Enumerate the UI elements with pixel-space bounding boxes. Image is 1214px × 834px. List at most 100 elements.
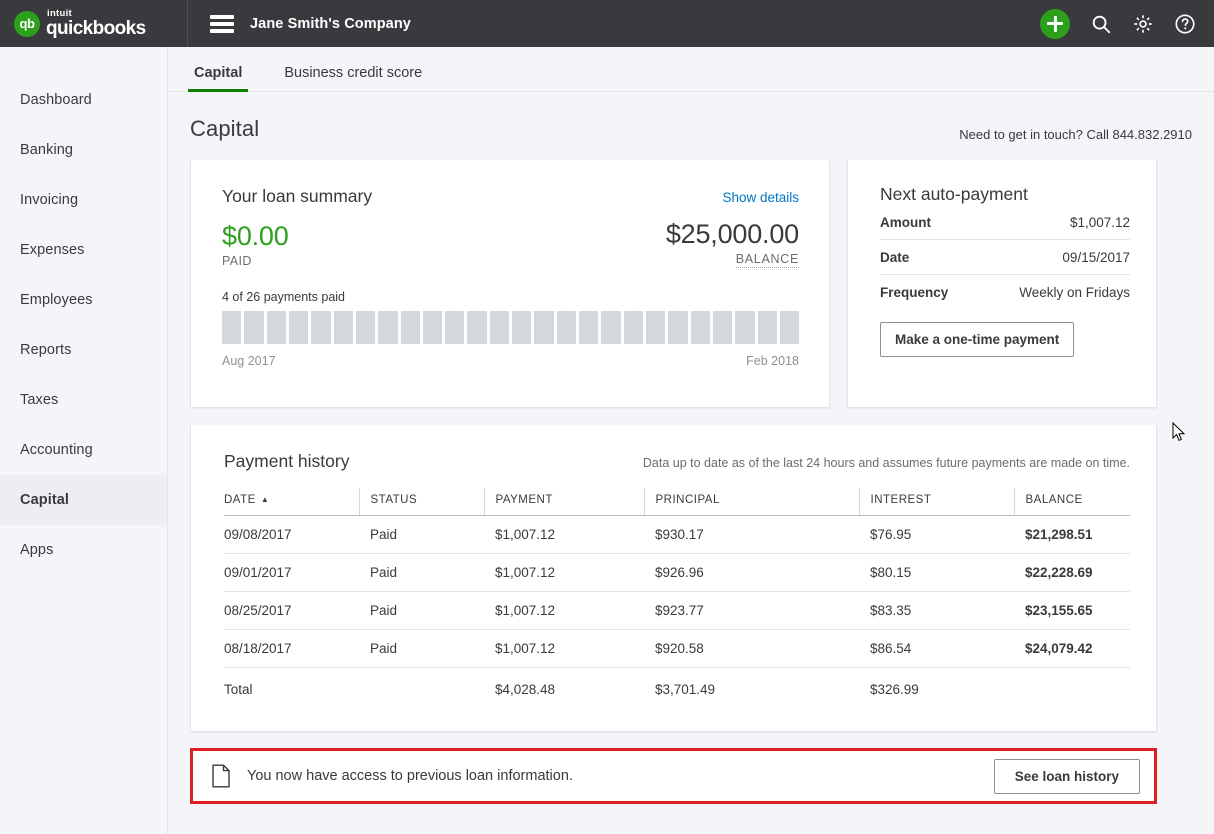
table-total-row: Total $4,028.48 $3,701.49 $326.99: [224, 668, 1130, 709]
sidebar-item-expenses[interactable]: Expenses: [0, 225, 167, 275]
cell-interest: $76.95: [859, 515, 1014, 554]
cell-status: Paid: [359, 515, 484, 554]
progress-date-range: Aug 2017 Feb 2018: [222, 354, 799, 368]
table-body: 09/08/2017 Paid $1,007.12 $930.17 $76.95 $21,…: [224, 515, 1130, 709]
make-one-time-payment-button[interactable]: Make a one-time payment: [880, 322, 1075, 357]
quickbooks-capital-page: qb intuit quickbooks Jane Smith's Compan…: [0, 0, 1214, 834]
table-row[interactable]: 08/18/2017 Paid $1,007.12 $920.58 $86.54 $24,…: [224, 629, 1130, 668]
cell-date: 09/08/2017: [224, 515, 359, 554]
column-header-date[interactable]: DATE ▲: [224, 488, 359, 516]
search-icon[interactable]: [1090, 13, 1112, 35]
next-payment-key: Date: [880, 250, 910, 265]
total-cell-balance: [1014, 668, 1130, 709]
payment-segment: [512, 311, 532, 344]
sidebar-item-taxes[interactable]: Taxes: [0, 375, 167, 425]
cell-principal: $926.96: [644, 553, 859, 592]
sidebar-item-accounting[interactable]: Accounting: [0, 425, 167, 475]
cell-balance: $21,298.51: [1014, 515, 1130, 554]
payment-segment: [222, 311, 242, 344]
help-icon[interactable]: [1174, 13, 1196, 35]
payment-segment: [534, 311, 554, 344]
payment-segment: [467, 311, 487, 344]
sidebar-item-banking[interactable]: Banking: [0, 125, 167, 175]
hamburger-line: [210, 14, 234, 19]
table-header-row: DATE ▲ STATUS PAYMENT PRINCIPAL INTEREST BALAN…: [224, 488, 1130, 516]
tab-business-credit-score[interactable]: Business credit score: [280, 65, 426, 91]
quickbooks-label: quickbooks: [46, 18, 146, 40]
sidebar-item-apps[interactable]: Apps: [0, 525, 167, 575]
cell-interest: $83.35: [859, 591, 1014, 630]
column-header-label: STATUS: [370, 494, 418, 506]
hamburger-menu-icon[interactable]: [210, 14, 234, 33]
column-header-status[interactable]: STATUS: [358, 488, 484, 516]
column-header-principal[interactable]: PRINCIPAL: [643, 488, 859, 516]
column-header-label: PAYMENT: [495, 494, 553, 506]
page-title: Capital: [190, 116, 260, 141]
table-row[interactable]: 09/01/2017 Paid $1,007.12 $926.96 $80.15 $22,…: [224, 553, 1130, 592]
cell-status: Paid: [359, 629, 484, 668]
payment-segment: [601, 311, 621, 344]
sidebar-item-capital[interactable]: Capital: [0, 475, 167, 525]
payment-segment: [757, 311, 777, 344]
balance-label[interactable]: BALANCE: [735, 252, 799, 268]
next-auto-payment-title: Next auto-payment: [880, 184, 1028, 204]
next-auto-payment-card: Next auto-payment Amount $1,007.12 Date 09/…: [847, 160, 1157, 408]
next-payment-key: Amount: [880, 215, 931, 230]
payment-segment: [623, 311, 643, 344]
cell-date: 09/01/2017: [224, 553, 359, 592]
column-header-label: INTEREST: [870, 494, 932, 506]
cell-principal: $923.77: [644, 591, 859, 630]
paid-label: PAID: [222, 254, 252, 268]
cell-principal: $920.58: [644, 629, 859, 668]
payment-segment: [779, 311, 800, 344]
payment-segment: [489, 311, 510, 344]
sidebar-item-reports[interactable]: Reports: [0, 325, 167, 375]
tab-capital[interactable]: Capital: [187, 65, 249, 92]
see-loan-history-button[interactable]: See loan history: [993, 758, 1140, 794]
company-name[interactable]: Jane Smith's Company: [250, 16, 411, 32]
progress-start-date: Aug 2017: [222, 354, 276, 368]
next-payment-value: $1,007.12: [1069, 215, 1130, 230]
total-cell-payment: $4,028.48: [495, 682, 556, 697]
sidebar-item-invoicing[interactable]: Invoicing: [0, 175, 167, 225]
payment-segment: [422, 311, 443, 344]
column-header-interest[interactable]: INTEREST: [858, 488, 1014, 516]
column-header-balance[interactable]: BALANCE: [1013, 488, 1130, 516]
payment-history-card: Payment history Data up to date as of th…: [190, 425, 1157, 732]
show-details-link[interactable]: Show details: [722, 190, 799, 205]
cell-date: 08/18/2017: [224, 629, 359, 668]
cell-interest: $86.54: [859, 629, 1014, 668]
sidebar-navigation: Dashboard Banking Invoicing Expenses Employe…: [0, 47, 168, 834]
cell-date: 08/25/2017: [224, 591, 359, 630]
cell-payment: $1,007.12: [484, 591, 644, 630]
top-bar-actions: [1040, 8, 1214, 39]
payment-segment: [288, 311, 309, 344]
sidebar-item-dashboard[interactable]: Dashboard: [0, 75, 167, 125]
total-cell-principal: $3,701.49: [655, 682, 716, 697]
quickbooks-logo[interactable]: qb intuit quickbooks: [0, 0, 188, 47]
table-head: DATE ▲ STATUS PAYMENT PRINCIPAL INTEREST BALAN…: [224, 488, 1130, 516]
next-payment-key: Frequency: [880, 285, 949, 300]
total-cell-interest: $326.99: [870, 682, 919, 697]
column-header-payment[interactable]: PAYMENT: [483, 488, 644, 516]
tab-bar: Capital Business credit score: [168, 47, 1214, 92]
plus-icon[interactable]: [1040, 8, 1070, 39]
payment-segment: [645, 311, 666, 344]
payment-segment: [266, 311, 286, 344]
payment-segment: [712, 311, 733, 344]
column-header-label: DATE: [224, 494, 256, 506]
payment-segment: [579, 311, 599, 344]
table-row[interactable]: 09/08/2017 Paid $1,007.12 $930.17 $76.95 $21,…: [224, 515, 1130, 554]
loan-amounts: $0.00 PAID $25,000.00 BALANCE: [222, 219, 799, 268]
contact-note: Need to get in touch? Call 844.832.2910: [959, 127, 1192, 142]
sidebar-item-employees[interactable]: Employees: [0, 275, 167, 325]
total-cell-label: Total: [224, 682, 253, 697]
summary-cards-row: Your loan summary Show details $0.00 PAI…: [168, 142, 1214, 408]
hamburger-line: [210, 28, 234, 33]
payment-history-note: Data up to date as of the last 24 hours …: [642, 456, 1130, 470]
qb-mark-icon: qb: [14, 10, 40, 37]
gear-icon[interactable]: [1132, 13, 1154, 35]
table-row[interactable]: 08/25/2017 Paid $1,007.12 $923.77 $83.35 $23,…: [224, 591, 1130, 630]
cell-payment: $1,007.12: [484, 553, 644, 592]
hamburger-line: [210, 21, 234, 26]
